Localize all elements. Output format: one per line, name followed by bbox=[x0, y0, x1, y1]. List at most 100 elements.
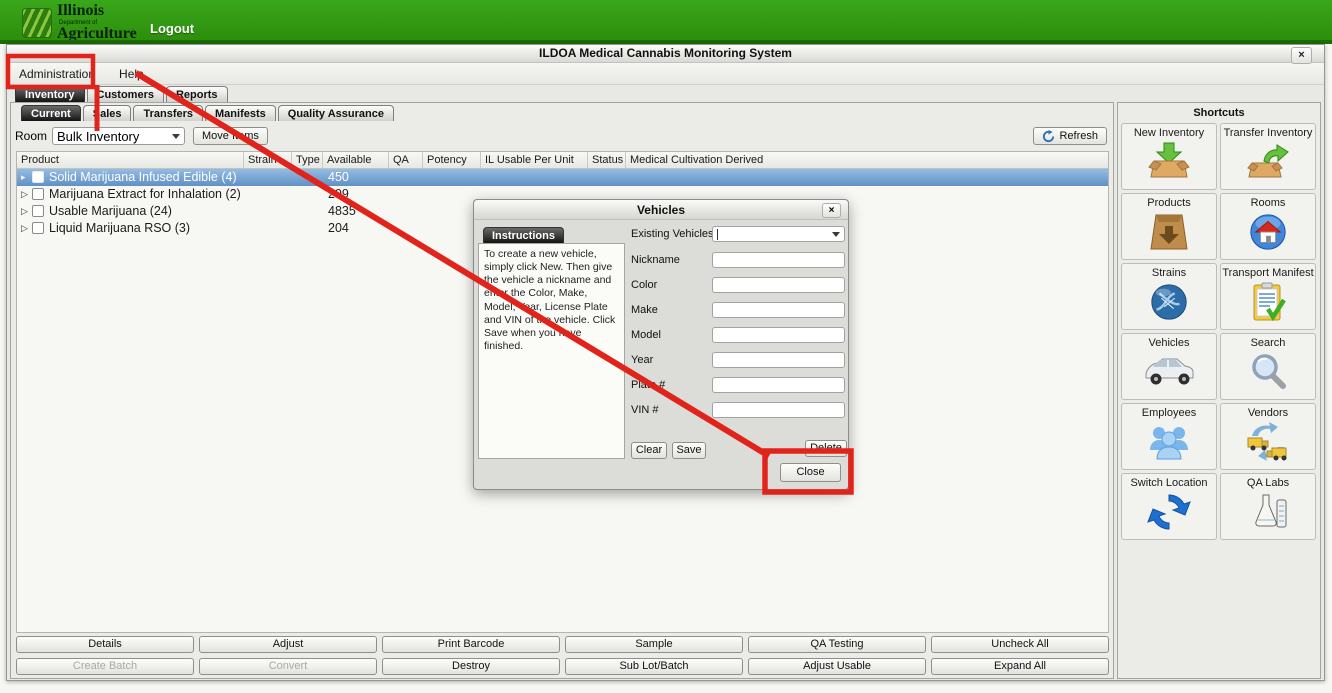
details-button[interactable]: Details bbox=[16, 636, 194, 653]
shortcut-search[interactable]: Search bbox=[1220, 333, 1316, 400]
create-batch-button: Create Batch bbox=[16, 658, 194, 675]
expand-all-button[interactable]: Expand All bbox=[931, 658, 1109, 675]
agriculture-logo-icon bbox=[22, 8, 52, 38]
transport-manifest-icon bbox=[1246, 281, 1290, 323]
delete-button[interactable]: Delete bbox=[805, 440, 847, 457]
col-type: Type bbox=[292, 152, 323, 168]
menu-bar: Administration Help bbox=[7, 63, 1324, 85]
vin-number-field[interactable] bbox=[712, 402, 845, 418]
menu-item-help[interactable]: Help bbox=[115, 65, 148, 83]
make-field[interactable] bbox=[712, 302, 845, 318]
table-row[interactable]: ▸ Solid Marijuana Infused Edible (4) 450 bbox=[17, 169, 1108, 186]
subtab-transfers[interactable]: Transfers bbox=[133, 105, 203, 121]
col-available: Available bbox=[323, 152, 389, 168]
save-button[interactable]: Save bbox=[672, 442, 706, 459]
adjust-usable-button[interactable]: Adjust Usable bbox=[748, 658, 926, 675]
clear-button[interactable]: Clear bbox=[631, 442, 667, 459]
subtab-manifests[interactable]: Manifests bbox=[205, 105, 276, 121]
dialog-close-icon[interactable]: × bbox=[822, 203, 841, 218]
year-row: Year bbox=[631, 351, 845, 369]
employees-icon bbox=[1147, 421, 1191, 463]
move-items-button[interactable]: Move Items bbox=[193, 127, 268, 145]
convert-button: Convert bbox=[199, 658, 377, 675]
vehicles-dialog: Vehicles × Instructions To create a new … bbox=[473, 199, 849, 490]
nickname-field[interactable] bbox=[712, 252, 845, 268]
model-row: Model bbox=[631, 326, 845, 344]
col-status: Status bbox=[588, 152, 626, 168]
shortcut-rooms[interactable]: Rooms bbox=[1220, 193, 1316, 260]
table-header: Product Strain Type Available QA Potency… bbox=[17, 152, 1108, 169]
nickname-row: Nickname bbox=[631, 251, 845, 269]
row-checkbox[interactable] bbox=[32, 205, 44, 217]
window-close-icon[interactable]: × bbox=[1291, 47, 1312, 64]
shortcut-switch-location[interactable]: Switch Location bbox=[1121, 473, 1217, 540]
expand-triangle-icon[interactable]: ▸ bbox=[21, 169, 26, 186]
nickname-label: Nickname bbox=[631, 254, 712, 266]
logout-button[interactable]: Logout bbox=[150, 21, 194, 36]
make-label: Make bbox=[631, 304, 712, 316]
shortcut-new-inventory[interactable]: New Inventory bbox=[1121, 123, 1217, 190]
expand-triangle-icon[interactable]: ▷ bbox=[21, 203, 28, 220]
existing-vehicles-row: Existing Vehicles bbox=[631, 225, 845, 243]
print-barcode-button[interactable]: Print Barcode bbox=[382, 636, 560, 653]
color-label: Color bbox=[631, 279, 712, 291]
shortcuts-panel: Shortcuts New Inventory Transfer Invento… bbox=[1117, 102, 1321, 679]
vehicles-icon bbox=[1141, 351, 1197, 389]
expand-triangle-icon[interactable]: ▷ bbox=[21, 186, 28, 203]
site-header: Illinois Department of Agriculture Logou… bbox=[0, 0, 1332, 40]
product-name: Marijuana Extract for Inhalation (2) bbox=[49, 186, 241, 203]
vin-number-label: VIN # bbox=[631, 404, 712, 416]
col-qa: QA bbox=[389, 152, 423, 168]
shortcut-vehicles[interactable]: Vehicles bbox=[1121, 333, 1217, 400]
col-strain: Strain bbox=[244, 152, 292, 168]
shortcut-strains[interactable]: Strains bbox=[1121, 263, 1217, 330]
model-field[interactable] bbox=[712, 327, 845, 343]
adjust-button[interactable]: Adjust bbox=[199, 636, 377, 653]
shortcut-employees[interactable]: Employees bbox=[1121, 403, 1217, 470]
tab-customers[interactable]: Customers bbox=[87, 86, 164, 102]
tab-inventory[interactable]: Inventory bbox=[15, 86, 85, 102]
year-field[interactable] bbox=[712, 352, 845, 368]
existing-vehicles-label: Existing Vehicles bbox=[631, 228, 712, 240]
expand-triangle-icon[interactable]: ▷ bbox=[21, 220, 28, 237]
main-tab-strip: Inventory Customers Reports bbox=[7, 85, 1324, 102]
tab-instructions[interactable]: Instructions bbox=[483, 227, 564, 243]
shortcut-qa-labs[interactable]: QA Labs bbox=[1220, 473, 1316, 540]
page: Illinois Department of Agriculture Logou… bbox=[0, 0, 1332, 693]
destroy-button[interactable]: Destroy bbox=[382, 658, 560, 675]
subtab-sales[interactable]: Sales bbox=[83, 105, 132, 121]
vendors-icon bbox=[1244, 421, 1292, 463]
sub-lot-batch-button[interactable]: Sub Lot/Batch bbox=[565, 658, 743, 675]
col-medical-cultivation-derived: Medical Cultivation Derived bbox=[626, 152, 1108, 168]
color-row: Color bbox=[631, 276, 845, 294]
available-value: 204 bbox=[328, 220, 349, 237]
sample-button[interactable]: Sample bbox=[565, 636, 743, 653]
qa-testing-button[interactable]: QA Testing bbox=[748, 636, 926, 653]
shortcut-vendors[interactable]: Vendors bbox=[1220, 403, 1316, 470]
menu-item-administration[interactable]: Administration bbox=[15, 65, 99, 83]
subtab-current[interactable]: Current bbox=[21, 105, 81, 121]
col-product: Product bbox=[17, 152, 244, 168]
row-checkbox[interactable] bbox=[32, 171, 44, 183]
existing-vehicles-combobox[interactable] bbox=[712, 226, 845, 242]
close-button[interactable]: Close bbox=[780, 463, 841, 482]
tab-reports[interactable]: Reports bbox=[166, 86, 228, 102]
uncheck-all-button[interactable]: Uncheck All bbox=[931, 636, 1109, 653]
shortcut-products[interactable]: Products bbox=[1121, 193, 1217, 260]
refresh-icon bbox=[1042, 130, 1055, 143]
plate-number-field[interactable] bbox=[712, 377, 845, 393]
row-checkbox[interactable] bbox=[32, 222, 44, 234]
shortcut-transport-manifest[interactable]: Transport Manifest bbox=[1220, 263, 1316, 330]
shortcuts-title: Shortcuts bbox=[1118, 103, 1320, 119]
color-field[interactable] bbox=[712, 277, 845, 293]
refresh-button[interactable]: Refresh bbox=[1033, 127, 1107, 145]
shortcut-transfer-inventory[interactable]: Transfer Inventory bbox=[1220, 123, 1316, 190]
action-button-bar: Details Adjust Print Barcode Sample QA T… bbox=[16, 636, 1109, 680]
room-label: Room bbox=[15, 129, 47, 143]
room-select[interactable]: Bulk Inventory bbox=[52, 127, 185, 145]
strains-icon bbox=[1148, 281, 1190, 323]
switch-location-icon bbox=[1147, 491, 1191, 533]
row-checkbox[interactable] bbox=[32, 188, 44, 200]
subtab-quality-assurance[interactable]: Quality Assurance bbox=[278, 105, 394, 121]
model-label: Model bbox=[631, 329, 712, 341]
